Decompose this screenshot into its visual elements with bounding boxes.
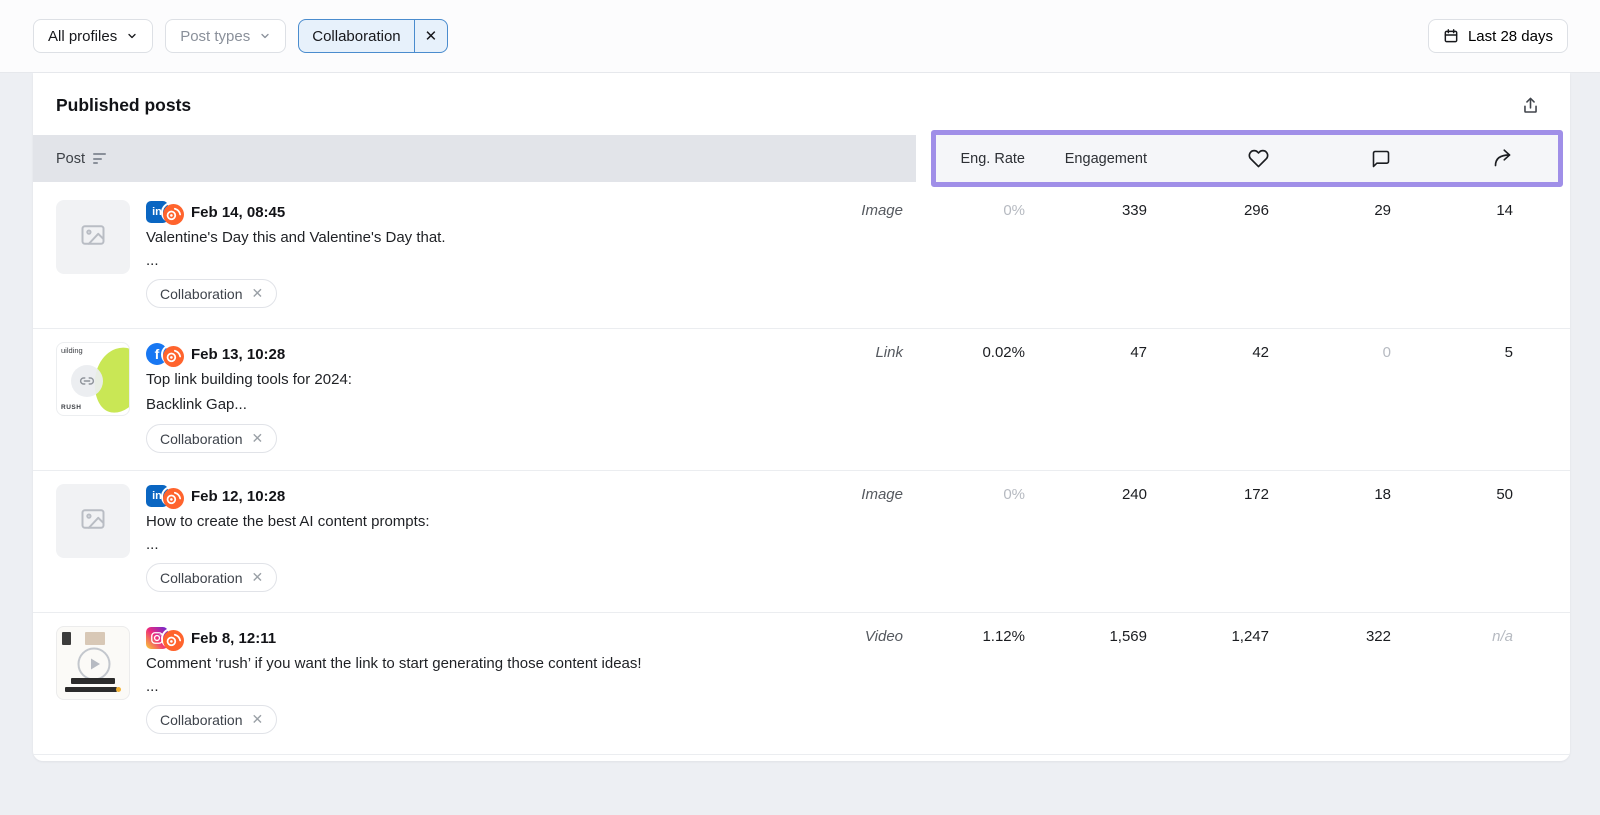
likes-value: 172 <box>1244 484 1269 503</box>
remove-filter-button[interactable]: ✕ <box>414 20 448 52</box>
eng-rate-value: 0% <box>1003 484 1025 503</box>
all-profiles-dropdown[interactable]: All profiles <box>33 19 153 53</box>
likes-value: 42 <box>1252 342 1269 361</box>
likes-value: 296 <box>1244 200 1269 219</box>
remove-tag-icon[interactable]: ✕ <box>252 569 264 586</box>
engagement-value: 339 <box>1122 200 1147 219</box>
table-row[interactable]: uilding RUSH f Feb 13, 10:28 Top link bu… <box>33 329 1570 471</box>
filter-toolbar: All profiles Post types Collaboration ✕ <box>0 0 1600 73</box>
remove-tag-icon[interactable]: ✕ <box>252 430 264 447</box>
chevron-down-icon <box>259 30 271 42</box>
date-range-button[interactable]: Last 28 days <box>1428 19 1568 53</box>
collaboration-tag-label: Collaboration <box>160 431 243 447</box>
comments-value: 29 <box>1374 200 1391 219</box>
post-text-ellipsis: ... <box>146 251 757 271</box>
thumbnail-text-top: uilding <box>61 346 83 355</box>
eng-rate-column-header[interactable]: Eng. Rate <box>961 151 1026 167</box>
remove-tag-icon[interactable]: ✕ <box>252 285 264 302</box>
collaboration-tag[interactable]: Collaboration ✕ <box>146 563 277 592</box>
engagement-value: 240 <box>1122 484 1147 503</box>
published-posts-card: Published posts Post Eng. Rate Engagemen… <box>33 73 1570 761</box>
share-icon[interactable] <box>1492 148 1513 169</box>
post-text-line2: Backlink Gap... <box>146 393 757 416</box>
post-datetime: Feb 8, 12:11 <box>191 630 276 647</box>
post-text: How to create the best AI content prompt… <box>146 510 757 533</box>
shares-value: n/a <box>1492 626 1513 645</box>
network-icons: f <box>146 343 182 365</box>
network-icons: in <box>146 201 182 223</box>
collaboration-tag-label: Collaboration <box>160 286 243 302</box>
collaboration-tag[interactable]: Collaboration ✕ <box>146 705 277 734</box>
post-thumbnail-video <box>56 626 130 700</box>
semrush-icon <box>161 486 182 507</box>
post-type: Link <box>875 342 903 361</box>
collaboration-tag-label: Collaboration <box>160 570 243 586</box>
comments-value: 18 <box>1374 484 1391 503</box>
post-thumbnail-image-placeholder <box>56 484 130 558</box>
post-type: Image <box>861 200 903 219</box>
network-icons: in <box>146 485 182 507</box>
shares-value: 50 <box>1496 484 1513 503</box>
post-datetime: Feb 14, 08:45 <box>191 204 285 221</box>
post-text: Valentine's Day this and Valentine's Day… <box>146 226 757 249</box>
link-icon <box>71 365 103 397</box>
chevron-down-icon <box>126 30 138 42</box>
post-text-ellipsis: ... <box>146 535 757 555</box>
post-type: Image <box>861 484 903 503</box>
post-datetime: Feb 13, 10:28 <box>191 346 285 363</box>
post-types-dropdown[interactable]: Post types <box>165 19 286 53</box>
sort-icon <box>93 153 106 164</box>
remove-tag-icon[interactable]: ✕ <box>252 711 264 728</box>
post-text: Top link building tools for 2024: <box>146 368 757 391</box>
eng-rate-value: 1.12% <box>982 626 1025 645</box>
comments-value: 0 <box>1383 342 1391 361</box>
collaboration-filter-chip[interactable]: Collaboration ✕ <box>298 19 448 53</box>
table-header: Post Eng. Rate Engagement <box>33 130 1570 187</box>
post-type: Video <box>865 626 903 645</box>
post-thumbnail-image-placeholder <box>56 200 130 274</box>
collaboration-tag[interactable]: Collaboration ✕ <box>146 279 277 308</box>
post-thumbnail-link-preview: uilding RUSH <box>56 342 130 416</box>
shares-value: 14 <box>1496 200 1513 219</box>
all-profiles-label: All profiles <box>48 28 117 45</box>
table-row[interactable]: in Feb 12, 10:28 How to create the best … <box>33 471 1570 613</box>
calendar-icon <box>1443 28 1459 44</box>
table-row[interactable]: Feb 8, 12:11 Comment ‘rush’ if you want … <box>33 613 1570 755</box>
post-column-label: Post <box>56 151 85 167</box>
image-placeholder-icon <box>79 505 107 538</box>
date-range-label: Last 28 days <box>1468 28 1553 45</box>
engagement-value: 47 <box>1130 342 1147 361</box>
comments-value: 322 <box>1366 626 1391 645</box>
heart-icon[interactable] <box>1248 148 1269 169</box>
page-title: Published posts <box>56 95 191 116</box>
post-types-label: Post types <box>180 28 250 45</box>
semrush-icon <box>161 628 182 649</box>
thumbnail-text-bottom: RUSH <box>61 404 81 411</box>
table-row[interactable]: in Feb 14, 08:45 Valentine's Day this an… <box>33 187 1570 329</box>
network-icons <box>146 627 182 649</box>
comment-icon[interactable] <box>1371 149 1391 169</box>
collaboration-tag-label: Collaboration <box>160 712 243 728</box>
engagement-value: 1,569 <box>1109 626 1147 645</box>
eng-rate-value: 0.02% <box>982 342 1025 361</box>
semrush-icon <box>161 344 182 365</box>
shares-value: 5 <box>1505 342 1513 361</box>
likes-value: 1,247 <box>1231 626 1269 645</box>
engagement-column-header[interactable]: Engagement <box>1065 151 1147 167</box>
image-placeholder-icon <box>79 221 107 254</box>
export-icon[interactable] <box>1521 96 1540 115</box>
post-datetime: Feb 12, 10:28 <box>191 488 285 505</box>
post-text-ellipsis: ... <box>146 677 757 697</box>
post-column-header[interactable]: Post <box>33 151 106 167</box>
semrush-icon <box>161 202 182 223</box>
eng-rate-value: 0% <box>1003 200 1025 219</box>
collaboration-tag[interactable]: Collaboration ✕ <box>146 424 277 453</box>
collaboration-filter-label: Collaboration <box>299 20 413 52</box>
post-text: Comment ‘rush’ if you want the link to s… <box>146 652 757 675</box>
